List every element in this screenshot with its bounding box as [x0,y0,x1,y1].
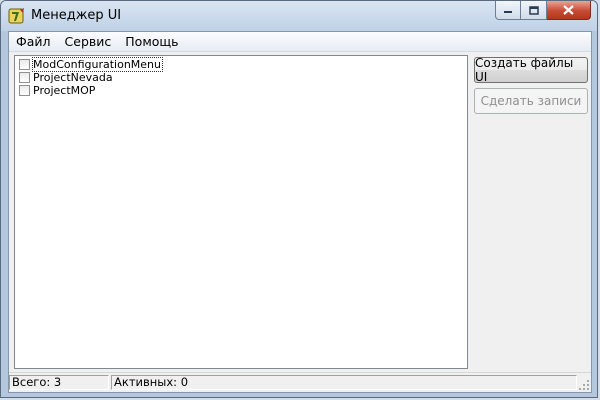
close-icon [563,5,574,15]
title-bar[interactable]: Менеджер UI [1,1,597,31]
close-button[interactable] [547,1,591,20]
make-records-button[interactable]: Сделать записи [474,88,588,114]
window-title: Менеджер UI [31,8,122,23]
resize-grip-icon[interactable] [578,379,590,391]
status-active: Активных: 0 [111,375,577,390]
minimize-icon [504,11,512,13]
list-item[interactable]: ModConfigurationMenu [19,57,467,72]
app-logo-icon [8,8,24,24]
main-window: Менеджер UI Файл Сервис Помощь ModConfig… [0,0,598,398]
list-item-label: ProjectMOP [33,84,96,97]
menu-service[interactable]: Сервис [58,32,119,51]
mod-checklist[interactable]: ModConfigurationMenu ProjectNevada Proje… [14,55,468,369]
list-item-checkbox[interactable] [19,85,30,96]
maximize-button[interactable] [521,1,547,20]
menu-file[interactable]: Файл [9,32,58,51]
list-item[interactable]: ProjectNevada [19,71,467,84]
minimize-button[interactable] [495,1,521,20]
client-area: Файл Сервис Помощь ModConfigurationMenu … [8,31,592,393]
list-item-label: ModConfigurationMenu [31,57,164,72]
caption-buttons [495,1,591,20]
list-item-checkbox[interactable] [19,72,30,83]
list-item-label: ProjectNevada [33,71,113,84]
maximize-icon [528,5,539,15]
menu-help[interactable]: Помощь [118,32,185,51]
list-item-checkbox[interactable] [19,59,30,70]
status-bar: Всего: 3 Активных: 0 [9,372,591,392]
status-total: Всего: 3 [9,375,109,390]
list-item[interactable]: ProjectMOP [19,84,467,97]
create-ui-files-button[interactable]: Создать файлы UI [474,56,588,84]
menu-bar: Файл Сервис Помощь [9,32,591,52]
